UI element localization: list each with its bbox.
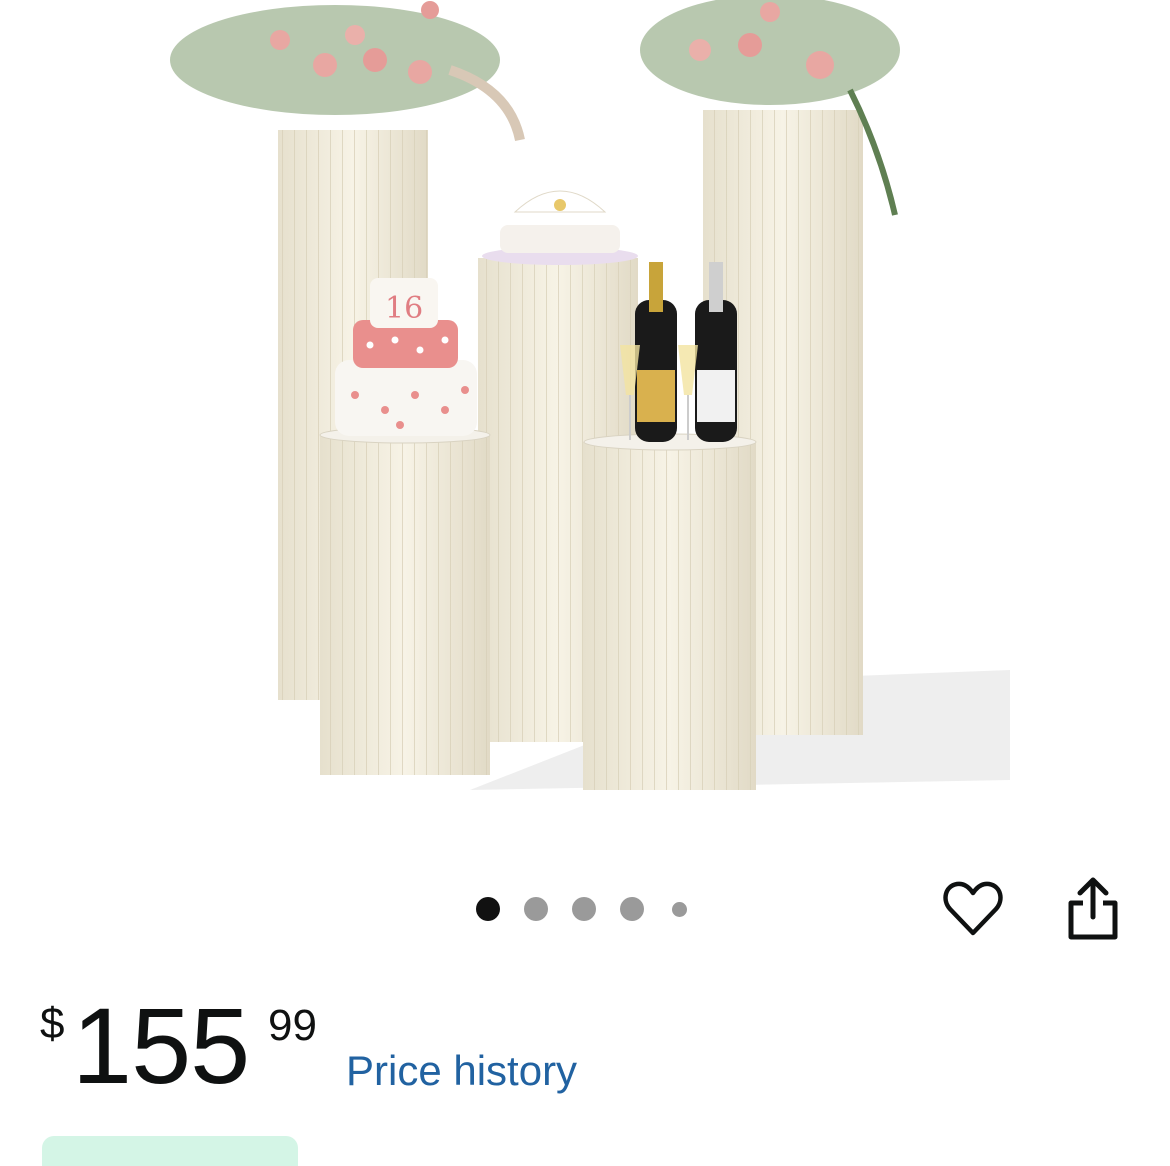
- product-image[interactable]: 16: [150, 0, 1020, 800]
- price-history-link[interactable]: Price history: [346, 1050, 577, 1092]
- share-upload-icon: [1068, 877, 1118, 940]
- carousel-dot-5[interactable]: [672, 901, 687, 917]
- product-photo: 16: [170, 0, 1010, 790]
- share-button[interactable]: [1058, 872, 1128, 944]
- carousel-dot-2[interactable]: [524, 897, 548, 921]
- svg-text:16: 16: [385, 291, 423, 326]
- image-carousel-indicator[interactable]: [476, 896, 711, 922]
- price-currency-symbol: $: [40, 999, 65, 1048]
- price-whole: 155: [72, 985, 250, 1106]
- carousel-dot-1[interactable]: [476, 897, 500, 921]
- wishlist-button[interactable]: [938, 874, 1008, 944]
- heart-outline-icon: [943, 881, 1003, 936]
- carousel-dot-3[interactable]: [572, 897, 596, 921]
- deal-badge: [42, 1136, 298, 1166]
- price-fraction: 99: [268, 1001, 317, 1050]
- carousel-dot-4[interactable]: [620, 897, 644, 921]
